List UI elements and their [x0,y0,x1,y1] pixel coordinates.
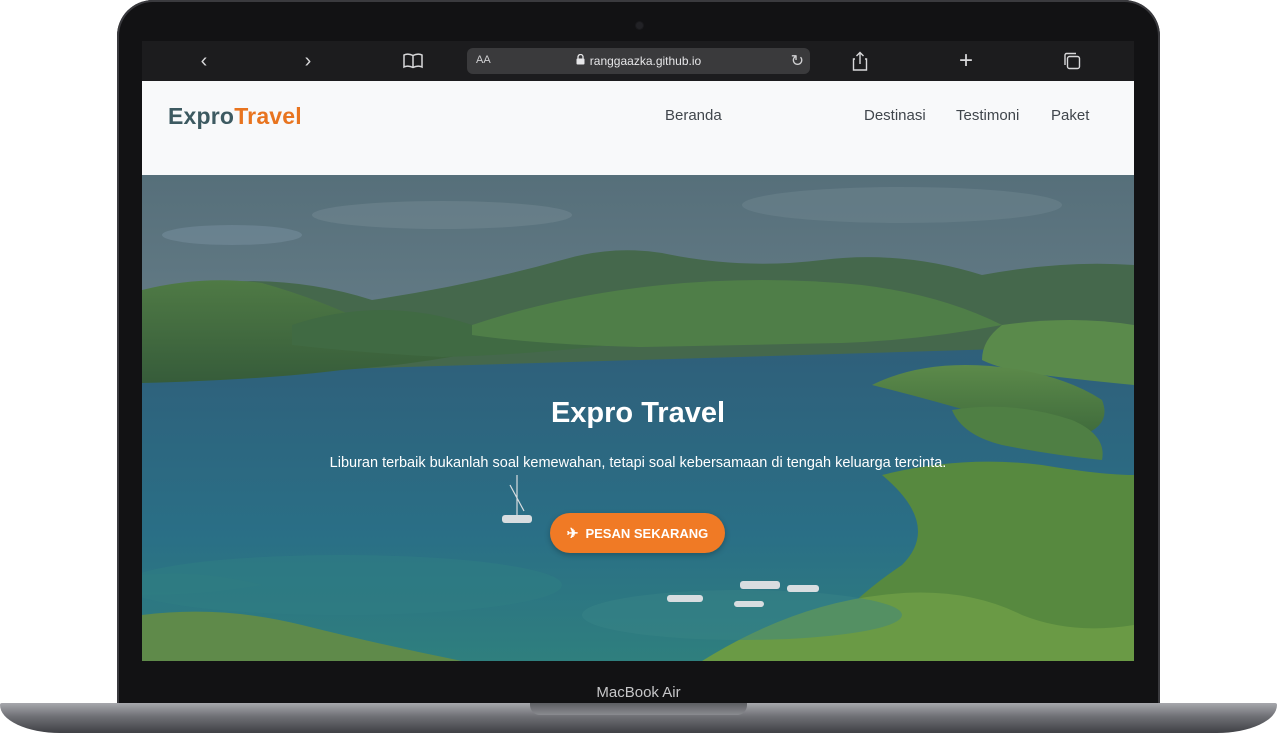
plus-icon[interactable]: + [954,41,978,81]
logo-part-expro: Expro [168,103,235,129]
nav-link-destinasi[interactable]: Destinasi [864,107,926,124]
site-navbar: ExproTravel Beranda Destinasi Testimoni … [142,81,1134,175]
nav-link-testimoni[interactable]: Testimoni [956,107,1019,124]
lock-icon [576,53,585,68]
chevron-left-icon[interactable]: ‹ [190,41,218,81]
reload-icon[interactable]: ↻ [791,51,804,71]
book-icon[interactable] [398,41,428,81]
url-text: ranggaazka.github.io [589,54,702,68]
browser-toolbar: ‹ › AA ranggaazka.github.io ↻ + [142,41,1134,81]
chevron-right-icon[interactable]: › [294,41,322,81]
hero-subtitle: Liburan terbaik bukanlah soal kemewahan,… [329,455,947,471]
hero-section: Expro Travel Liburan terbaik bukanlah so… [142,175,1134,661]
address-bar[interactable]: AA ranggaazka.github.io ↻ [467,48,810,74]
laptop-notch [530,703,747,715]
browser-screen: ‹ › AA ranggaazka.github.io ↻ + ExproTra… [142,41,1134,661]
tabs-icon[interactable] [1060,41,1084,81]
book-now-button[interactable]: ✈ PESAN SEKARANG [550,513,725,553]
hero-title: Expro Travel [550,397,726,429]
logo-part-travel: Travel [234,103,302,129]
plane-icon: ✈ [566,524,579,541]
book-now-label: PESAN SEKARANG [585,525,709,541]
device-label: MacBook Air [596,684,681,701]
site-logo[interactable]: ExproTravel [168,103,302,130]
nav-link-paket[interactable]: Paket [1051,107,1089,124]
nav-link-beranda[interactable]: Beranda [665,107,722,124]
camera-dot [636,22,643,29]
share-icon[interactable] [848,41,872,81]
